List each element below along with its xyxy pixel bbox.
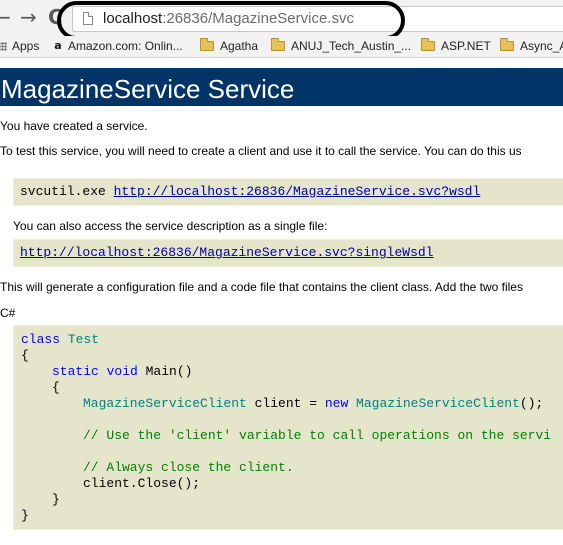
single-wsdl-box: http://localhost:26836/MagazineService.s… [13,239,563,267]
code-line-1: class Test [21,332,100,347]
folder-icon [421,38,435,51]
bookmarks-bar: Apps a Amazon.com: Onlin... Agatha ANUJ_… [0,36,563,58]
amazon-icon: a [54,39,62,52]
annotation-highlight-ring [57,1,405,40]
bookmark-agatha[interactable]: Agatha [200,38,259,53]
svcutil-command-box: svcutil.exe http://localhost:26836/Magaz… [13,178,563,206]
bookmark-label: Amazon.com: Onlin... [68,39,183,53]
bookmark-label: Agatha [220,39,259,53]
single-wsdl-link[interactable]: http://localhost:26836/MagazineService.s… [20,245,433,260]
wsdl-link[interactable]: http://localhost:26836/MagazineService.s… [114,184,481,199]
code-line-10: } [21,508,29,523]
back-arrow-icon[interactable]: ← [0,7,11,27]
bookmark-label: Apps [12,39,40,53]
code-line-8: client.Close(); [83,476,201,491]
bookmark-label: Async_A [520,39,563,53]
page-title: MagazineService Service [1,74,295,104]
code-line-5: MagazineServiceClient client = new Magaz… [83,396,544,411]
folder-icon [500,38,514,51]
forward-arrow-icon[interactable]: → [20,7,37,27]
apps-grid-icon [0,41,7,51]
browser-toolbar: ← → C localhost:26836/MagazineService.sv… [0,0,563,40]
bookmark-apps[interactable]: Apps [0,39,39,53]
bookmark-label: ASP.NET [441,39,491,53]
language-label: C# [0,306,16,320]
single-file-text: You can also access the service descript… [13,219,328,233]
code-comment-2: // Always close the client. [83,460,294,475]
bookmark-aspnet[interactable]: ASP.NET [421,38,491,53]
bookmark-label: ANUJ_Tech_Austin_... [291,39,412,53]
bookmark-async[interactable]: Async_A [500,38,563,53]
folder-icon [271,38,285,51]
code-line-9: } [52,492,60,507]
test-instructions-text: To test this service, you will need to c… [0,144,522,158]
folder-icon [200,38,214,51]
code-line-3: static void Main() [52,364,193,379]
code-line-4: { [52,380,60,395]
generate-text: This will generate a configuration file … [0,280,523,294]
bookmark-anuj-tech[interactable]: ANUJ_Tech_Austin_... [271,38,412,53]
bookmark-amazon[interactable]: a Amazon.com: Onlin... [52,39,183,53]
code-line-2: { [21,348,29,363]
svcutil-command: svcutil.exe [20,184,114,199]
page-header-banner: MagazineService Service [0,68,563,106]
intro-text: You have created a service. [0,119,148,133]
csharp-code-block: class Test { static void Main() { Magazi… [13,325,563,530]
code-comment-1: // Use the 'client' variable to call ope… [83,428,552,443]
